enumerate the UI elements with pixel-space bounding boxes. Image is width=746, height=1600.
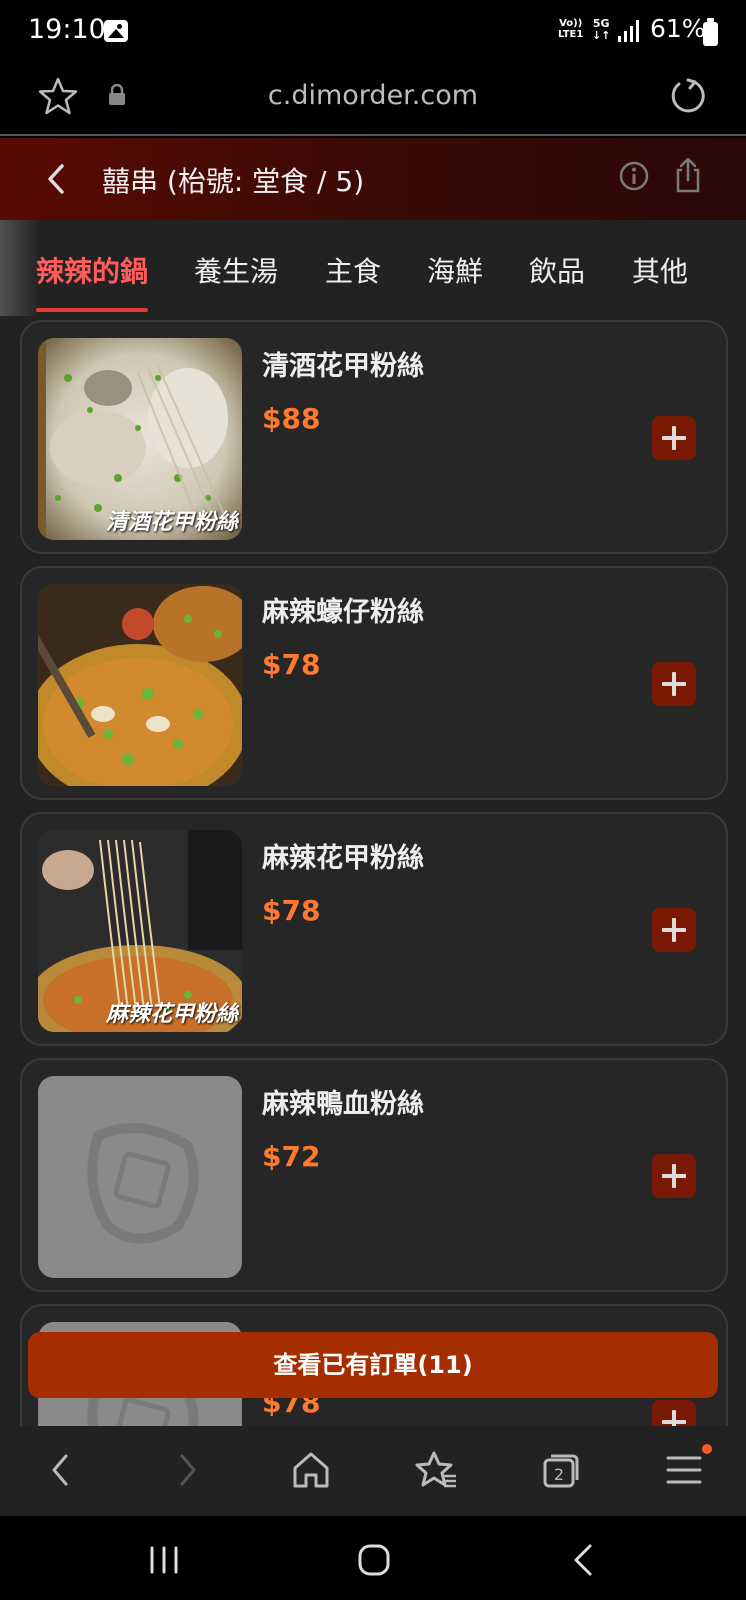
reload-icon[interactable]	[668, 76, 708, 116]
browser-bottom-nav: 2	[0, 1426, 746, 1516]
tab-drinks[interactable]: 飲品	[529, 250, 585, 290]
system-back-icon[interactable]	[564, 1540, 604, 1580]
page-title: 囍串 (枱號: 堂食 / 5)	[102, 165, 365, 198]
menu-item-image: 麻辣花甲粉絲	[38, 830, 242, 1032]
menu-item-card[interactable]: 麻辣鴨血粉絲 $72	[20, 1058, 728, 1292]
home-button-icon[interactable]	[354, 1540, 394, 1580]
scroll-fade	[0, 220, 40, 316]
share-icon[interactable]	[673, 156, 703, 194]
browser-url-bar: c.dimorder.com	[0, 60, 746, 136]
menu-item-image: 清酒花甲粉絲	[38, 338, 242, 540]
battery-percent: 61%	[650, 14, 706, 43]
category-tabs: 辣辣的鍋 養生湯 主食 海鮮 飲品 其他	[0, 220, 746, 316]
signal-icon	[618, 20, 642, 42]
home-icon[interactable]	[289, 1448, 333, 1492]
menu-item-image	[38, 584, 242, 786]
notification-dot	[702, 1444, 712, 1454]
tabs-icon[interactable]: 2	[539, 1448, 583, 1492]
recent-apps-icon[interactable]	[144, 1540, 184, 1580]
tab-seafood[interactable]: 海鮮	[427, 250, 483, 290]
back-icon[interactable]	[42, 160, 72, 198]
menu-item-name: 清酒花甲粉絲	[262, 351, 424, 382]
tab-soup[interactable]: 養生湯	[194, 250, 278, 290]
forward-arrow-icon[interactable]	[164, 1448, 208, 1492]
url-text[interactable]: c.dimorder.com	[0, 80, 746, 111]
page-header: 囍串 (枱號: 堂食 / 5)	[0, 138, 746, 220]
volte-indicator: Vo)) LTE1	[558, 18, 584, 40]
tab-main-dish[interactable]: 主食	[325, 250, 381, 290]
menu-item-name: 麻辣鴨血粉絲	[262, 1089, 424, 1120]
bookmarks-icon[interactable]	[414, 1448, 458, 1492]
menu-icon[interactable]	[662, 1448, 706, 1492]
active-tab-indicator	[36, 308, 148, 312]
image-caption: 麻辣花甲粉絲	[105, 1002, 238, 1027]
menu-item-list: 清酒花甲粉絲 清酒花甲粉絲 $88 麻辣蠔仔粉絲 $78 麻辣花甲粉絲 麻辣花甲…	[0, 316, 746, 1426]
status-time: 19:10	[28, 14, 106, 45]
info-icon[interactable]	[618, 160, 650, 192]
menu-item-name: 麻辣花甲粉絲	[262, 843, 424, 874]
battery-icon	[703, 18, 718, 46]
add-to-cart-button[interactable]	[652, 1154, 696, 1198]
tab-spicy-pot[interactable]: 辣辣的鍋	[36, 250, 148, 290]
add-to-cart-button[interactable]	[652, 416, 696, 460]
view-orders-button[interactable]: 查看已有訂單(11)	[28, 1332, 718, 1398]
menu-item-name: 麻辣蠔仔粉絲	[262, 597, 424, 628]
menu-item-price: $78	[262, 648, 321, 681]
tab-count: 2	[554, 1465, 564, 1484]
menu-item-price: $72	[262, 1140, 321, 1173]
system-nav-bar	[0, 1516, 746, 1600]
back-arrow-icon[interactable]	[40, 1448, 84, 1492]
menu-item-card[interactable]: 麻辣蠔仔粉絲 $78	[20, 566, 728, 800]
gallery-notification-icon	[104, 20, 128, 42]
network-5g-indicator: 5G ↓↑	[592, 17, 611, 42]
add-to-cart-button[interactable]	[652, 662, 696, 706]
image-caption: 清酒花甲粉絲	[105, 510, 238, 535]
menu-item-card[interactable]: 麻辣花甲粉絲 麻辣花甲粉絲 $78	[20, 812, 728, 1046]
menu-item-card[interactable]: 清酒花甲粉絲 清酒花甲粉絲 $88	[20, 320, 728, 554]
menu-item-price: $78	[262, 894, 321, 927]
tab-others[interactable]: 其他	[632, 250, 688, 290]
menu-item-price: $88	[262, 402, 321, 435]
image-placeholder	[38, 1076, 242, 1278]
add-to-cart-button[interactable]	[652, 908, 696, 952]
add-to-cart-button[interactable]	[652, 1400, 696, 1426]
status-bar: 19:10 Vo)) LTE1 5G ↓↑ 61%	[0, 0, 746, 60]
